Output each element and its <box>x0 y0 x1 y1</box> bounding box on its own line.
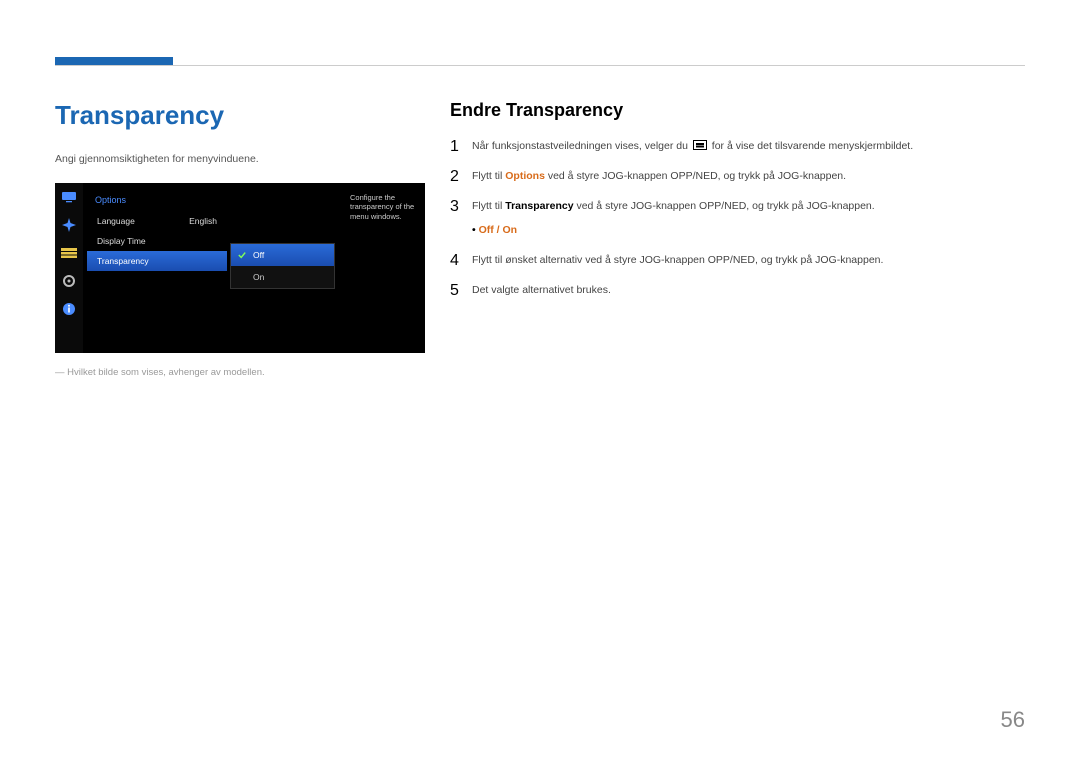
step-3: 3 Flytt til Transparency ved å styre JOG… <box>450 199 1025 239</box>
left-column: Transparency Angi gjennomsiktigheten for… <box>55 100 425 378</box>
header-rule <box>55 65 1025 66</box>
info-icon <box>55 295 83 323</box>
page-section-title: Transparency <box>55 100 425 131</box>
step-text-part: for å vise det tilsvarende menyskjermbil… <box>709 140 913 152</box>
step-text-bold: Transparency <box>505 200 573 212</box>
step-number: 5 <box>450 283 472 299</box>
osd-tooltip: Configure the transparency of the menu w… <box>346 189 421 225</box>
step-number: 4 <box>450 253 472 269</box>
step-text-part: ved å styre JOG-knappen OPP/NED, og tryk… <box>574 200 875 212</box>
step-5: 5 Det valgte alternativet brukes. <box>450 283 1025 299</box>
step-text-highlight: Options <box>505 170 545 182</box>
osd-row-language: Language English <box>87 211 227 231</box>
steps-list: 1 Når funksjonstastveiledningen vises, v… <box>450 139 1025 299</box>
osd-submenu-off: Off <box>231 244 334 266</box>
osd-preview: Options Language English Display Time Tr… <box>55 183 425 353</box>
step-text-part: Flytt til <box>472 200 505 212</box>
step-text-part: Når funksjonstastveiledningen vises, vel… <box>472 140 691 152</box>
list-icon <box>55 239 83 267</box>
step-number: 1 <box>450 139 472 155</box>
step-bullet-text: Off / On <box>479 224 518 236</box>
osd-nav-rail <box>55 183 83 353</box>
step-text: Flytt til Transparency ved å styre JOG-k… <box>472 199 875 239</box>
osd-row-transparency: Transparency <box>87 251 227 271</box>
osd-row-displaytime: Display Time <box>87 231 227 251</box>
osd-submenu-label: On <box>253 272 264 282</box>
osd-submenu-label: Off <box>253 250 264 260</box>
gear-icon <box>55 267 83 295</box>
step-number: 3 <box>450 199 472 215</box>
step-text-part: ved å styre JOG-knappen OPP/NED, og tryk… <box>545 170 846 182</box>
osd-row-label: Language <box>97 216 135 226</box>
step-number: 2 <box>450 169 472 185</box>
step-text-part: Flytt til <box>472 170 505 182</box>
step-4: 4 Flytt til ønsket alternativ ved å styr… <box>450 253 1025 269</box>
osd-row-value: English <box>189 216 217 226</box>
page-number: 56 <box>1001 707 1025 733</box>
check-icon <box>238 251 246 259</box>
osd-main-panel: Options Language English Display Time Tr… <box>87 189 227 271</box>
step-text: Det valgte alternativet brukes. <box>472 283 611 299</box>
step-text: Flytt til Options ved å styre JOG-knappe… <box>472 169 846 185</box>
instructions-heading: Endre Transparency <box>450 100 1025 121</box>
sparkle-icon <box>55 211 83 239</box>
osd-submenu: Off On <box>230 243 335 289</box>
step-bullet: Off / On <box>472 223 875 239</box>
footnote: Hvilket bilde som vises, avhenger av mod… <box>55 367 425 378</box>
osd-row-label: Transparency <box>97 256 149 266</box>
header-accent <box>55 57 173 65</box>
step-1: 1 Når funksjonstastveiledningen vises, v… <box>450 139 1025 155</box>
lead-text: Angi gjennomsiktigheten for menyvinduene… <box>55 153 425 165</box>
step-2: 2 Flytt til Options ved å styre JOG-knap… <box>450 169 1025 185</box>
right-column: Endre Transparency 1 Når funksjonstastve… <box>450 100 1025 313</box>
tv-icon <box>55 183 83 211</box>
step-text: Flytt til ønsket alternativ ved å styre … <box>472 253 883 269</box>
osd-row-label: Display Time <box>97 236 146 246</box>
step-text: Når funksjonstastveiledningen vises, vel… <box>472 139 913 155</box>
osd-panel-title: Options <box>87 189 227 211</box>
osd-submenu-on: On <box>231 266 334 288</box>
menu-icon <box>693 140 707 150</box>
